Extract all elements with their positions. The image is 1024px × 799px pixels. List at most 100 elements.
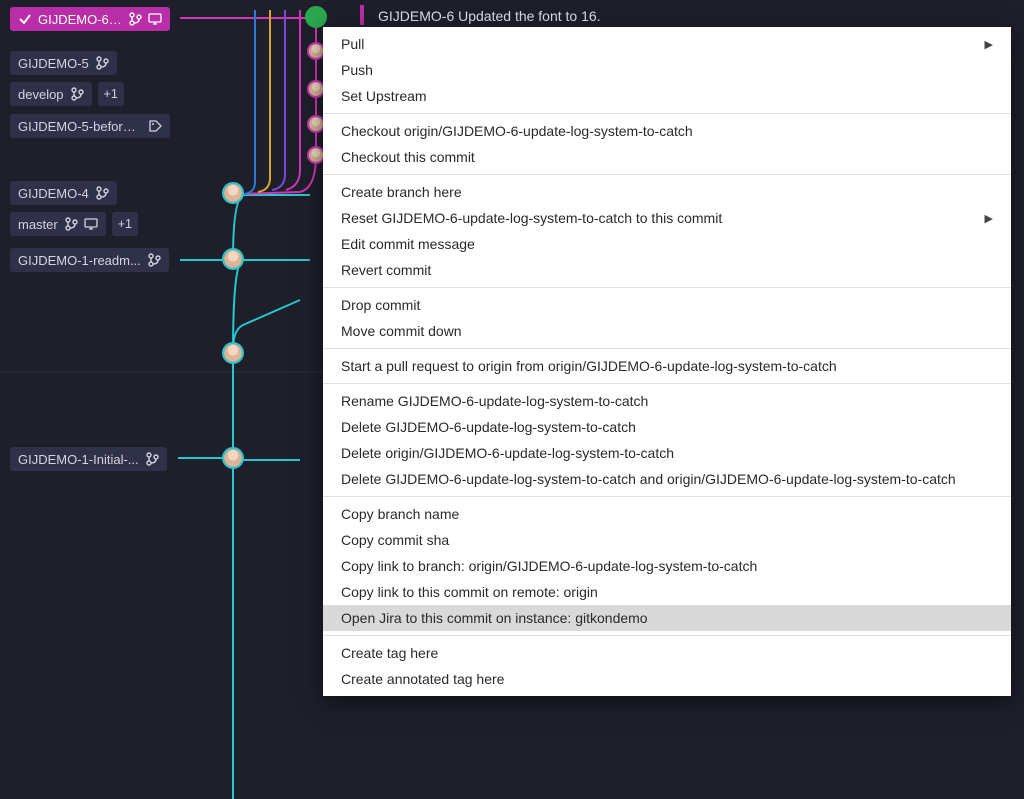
menu-item-copy-link-c[interactable]: Copy link to this commit on remote: orig… [323,579,1011,605]
menu-item-label: Delete origin/GIJDEMO-6-update-log-syste… [341,445,674,461]
commit-node[interactable] [222,447,244,469]
branch-pill-gij1r[interactable]: GIJDEMO-1-readm... [10,248,169,272]
branch-icon [95,56,109,70]
menu-item-label: Set Upstream [341,88,427,104]
branch-more-count[interactable]: +1 [112,212,138,236]
menu-item-label: Create branch here [341,184,462,200]
menu-item-label: Reset GIJDEMO-6-update-log-system-to-cat… [341,210,722,226]
branch-icon [147,253,161,267]
branch-pill-gij5[interactable]: GIJDEMO-5 [10,51,117,75]
menu-item-copy-branch[interactable]: Copy branch name [323,501,1011,527]
menu-item-label: Delete GIJDEMO-6-update-log-system-to-ca… [341,419,636,435]
menu-item-pull[interactable]: Pull ▶ [323,31,1011,57]
branch-label: GIJDEMO-1-readm... [18,253,141,268]
menu-item-label: Checkout this commit [341,149,475,165]
menu-separator [323,174,1011,175]
menu-item-start-pr[interactable]: Start a pull request to origin from orig… [323,353,1011,379]
branch-pill-gij4[interactable]: GIJDEMO-4 [10,181,117,205]
menu-item-label: Copy commit sha [341,532,449,548]
branch-row-gij1r: GIJDEMO-1-readm... [10,248,169,272]
menu-item-checkout-commit[interactable]: Checkout this commit [323,144,1011,170]
commit-highlight-bar [360,5,364,25]
branch-label: GIJDEMO-6-... [38,12,122,27]
branch-label: GIJDEMO-4 [18,186,89,201]
menu-item-setupstream[interactable]: Set Upstream [323,83,1011,109]
commit-node[interactable] [222,182,244,204]
branch-icon [145,452,159,466]
menu-item-label: Edit commit message [341,236,475,252]
menu-item-ann-tag[interactable]: Create annotated tag here [323,666,1011,692]
branch-icon [95,186,109,200]
menu-item-label: Copy link to this commit on remote: orig… [341,584,598,600]
branch-row-gij6: GIJDEMO-6-... [10,7,170,31]
branch-icon [128,12,142,26]
branch-row-gij5b: GIJDEMO-5-before-... [10,114,170,138]
menu-item-tag[interactable]: Create tag here [323,640,1011,666]
menu-separator [323,348,1011,349]
menu-item-label: Checkout origin/GIJDEMO-6-update-log-sys… [341,123,693,139]
menu-item-revert[interactable]: Revert commit [323,257,1011,283]
branch-label: develop [18,87,64,102]
branch-pill-master[interactable]: master [10,212,106,236]
menu-separator [323,383,1011,384]
menu-item-label: Drop commit [341,297,420,313]
menu-item-label: Rename GIJDEMO-6-update-log-system-to-ca… [341,393,648,409]
branch-pill-gij5b[interactable]: GIJDEMO-5-before-... [10,114,170,138]
branch-row-develop: develop +1 [10,82,124,106]
menu-item-edit-msg[interactable]: Edit commit message [323,231,1011,257]
menu-item-label: Create annotated tag here [341,671,504,687]
commit-context-menu[interactable]: Pull ▶ Push Set Upstream Checkout origin/GIJ… [323,27,1011,696]
menu-item-label: Open Jira to this commit on instance: gi… [341,610,648,626]
branch-pill-gij6[interactable]: GIJDEMO-6-... [10,7,170,31]
menu-separator [323,113,1011,114]
menu-item-label: Start a pull request to origin from orig… [341,358,837,374]
branch-icon [64,217,78,231]
branch-row-gij4: GIJDEMO-4 [10,181,117,205]
submenu-arrow-icon: ▶ [985,212,993,225]
menu-item-rename[interactable]: Rename GIJDEMO-6-update-log-system-to-ca… [323,388,1011,414]
menu-item-copy-link-br[interactable]: Copy link to branch: origin/GIJDEMO-6-up… [323,553,1011,579]
menu-separator [323,496,1011,497]
menu-separator [323,287,1011,288]
commit-node[interactable] [222,342,244,364]
branch-pill-develop[interactable]: develop [10,82,92,106]
menu-item-label: Revert commit [341,262,431,278]
menu-item-reset[interactable]: Reset GIJDEMO-6-update-log-system-to-cat… [323,205,1011,231]
submenu-arrow-icon: ▶ [985,38,993,51]
menu-separator [323,635,1011,636]
check-icon [18,12,32,26]
menu-item-open-jira[interactable]: Open Jira to this commit on instance: gi… [323,605,1011,631]
commit-title: GIJDEMO-6 Updated the font to 16. [378,8,601,24]
branch-row-master: master +1 [10,212,138,236]
branch-label: GIJDEMO-1-Initial-... [18,452,139,467]
menu-item-movedown[interactable]: Move commit down [323,318,1011,344]
commit-node[interactable] [222,248,244,270]
menu-item-label: Create tag here [341,645,438,661]
tag-icon [148,119,162,133]
menu-item-label: Pull [341,36,364,52]
menu-item-label: Move commit down [341,323,462,339]
menu-item-label: Copy branch name [341,506,459,522]
branch-label: GIJDEMO-5 [18,56,89,71]
menu-item-del-both[interactable]: Delete GIJDEMO-6-update-log-system-to-ca… [323,466,1011,492]
menu-item-drop[interactable]: Drop commit [323,292,1011,318]
menu-item-label: Copy link to branch: origin/GIJDEMO-6-up… [341,558,757,574]
menu-item-label: Push [341,62,373,78]
menu-item-label: Delete GIJDEMO-6-update-log-system-to-ca… [341,471,956,487]
branch-pill-gij1i[interactable]: GIJDEMO-1-Initial-... [10,447,167,471]
branch-row-gij1i: GIJDEMO-1-Initial-... [10,447,167,471]
branch-label: master [18,217,58,232]
monitor-icon [148,12,162,26]
menu-item-create-branch[interactable]: Create branch here [323,179,1011,205]
menu-item-del-origin[interactable]: Delete origin/GIJDEMO-6-update-log-syste… [323,440,1011,466]
branch-more-count[interactable]: +1 [98,82,124,106]
monitor-icon [84,217,98,231]
branch-label: GIJDEMO-5-before-... [18,119,142,134]
menu-item-copy-sha[interactable]: Copy commit sha [323,527,1011,553]
menu-item-del-local[interactable]: Delete GIJDEMO-6-update-log-system-to-ca… [323,414,1011,440]
branch-row-gij5: GIJDEMO-5 [10,51,117,75]
commit-node-head[interactable] [305,6,327,28]
branch-icon [70,87,84,101]
menu-item-checkout-origin[interactable]: Checkout origin/GIJDEMO-6-update-log-sys… [323,118,1011,144]
menu-item-push[interactable]: Push [323,57,1011,83]
